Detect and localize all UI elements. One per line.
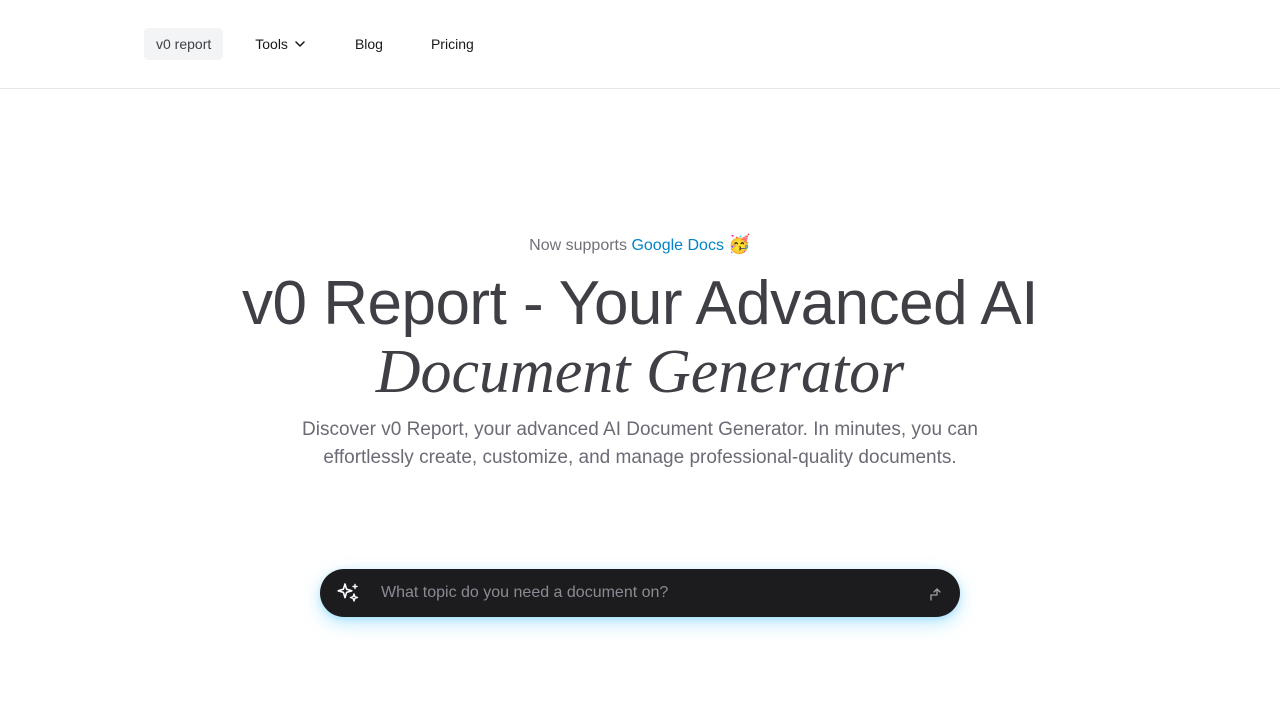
party-emoji: 🥳	[728, 234, 751, 254]
brand-link[interactable]: v0 report	[144, 28, 224, 60]
main-nav: v0 report Tools Blog Pricing	[144, 28, 486, 60]
tools-dropdown[interactable]: Tools	[243, 28, 319, 60]
topic-input[interactable]	[381, 569, 901, 617]
brand-label: v0 report	[156, 36, 212, 52]
announcement: Now supports Google Docs 🥳	[0, 233, 1280, 257]
nav-link-pricing[interactable]: Pricing	[419, 28, 486, 60]
top-navbar: v0 report Tools Blog Pricing	[0, 0, 1280, 89]
pricing-label: Pricing	[430, 36, 474, 52]
arrow-up-right-icon	[930, 588, 941, 601]
submit-button[interactable]	[924, 583, 946, 605]
announce-prefix: Now supports	[529, 237, 627, 254]
nav-link-blog[interactable]: Blog	[343, 28, 395, 60]
hero-subtitle: Discover v0 Report, your advanced AI Doc…	[302, 419, 978, 468]
topic-search-bar	[320, 569, 960, 617]
headline-line-2: Document Generator	[375, 338, 905, 406]
sparkles-icon	[337, 583, 359, 602]
google-docs-link[interactable]: Google Docs	[631, 237, 724, 254]
blog-label: Blog	[354, 36, 383, 52]
chevron-down-icon	[295, 41, 305, 47]
headline-line-1: v0 Report - Your Advanced AI	[242, 269, 1039, 338]
tools-label: Tools	[255, 36, 288, 52]
